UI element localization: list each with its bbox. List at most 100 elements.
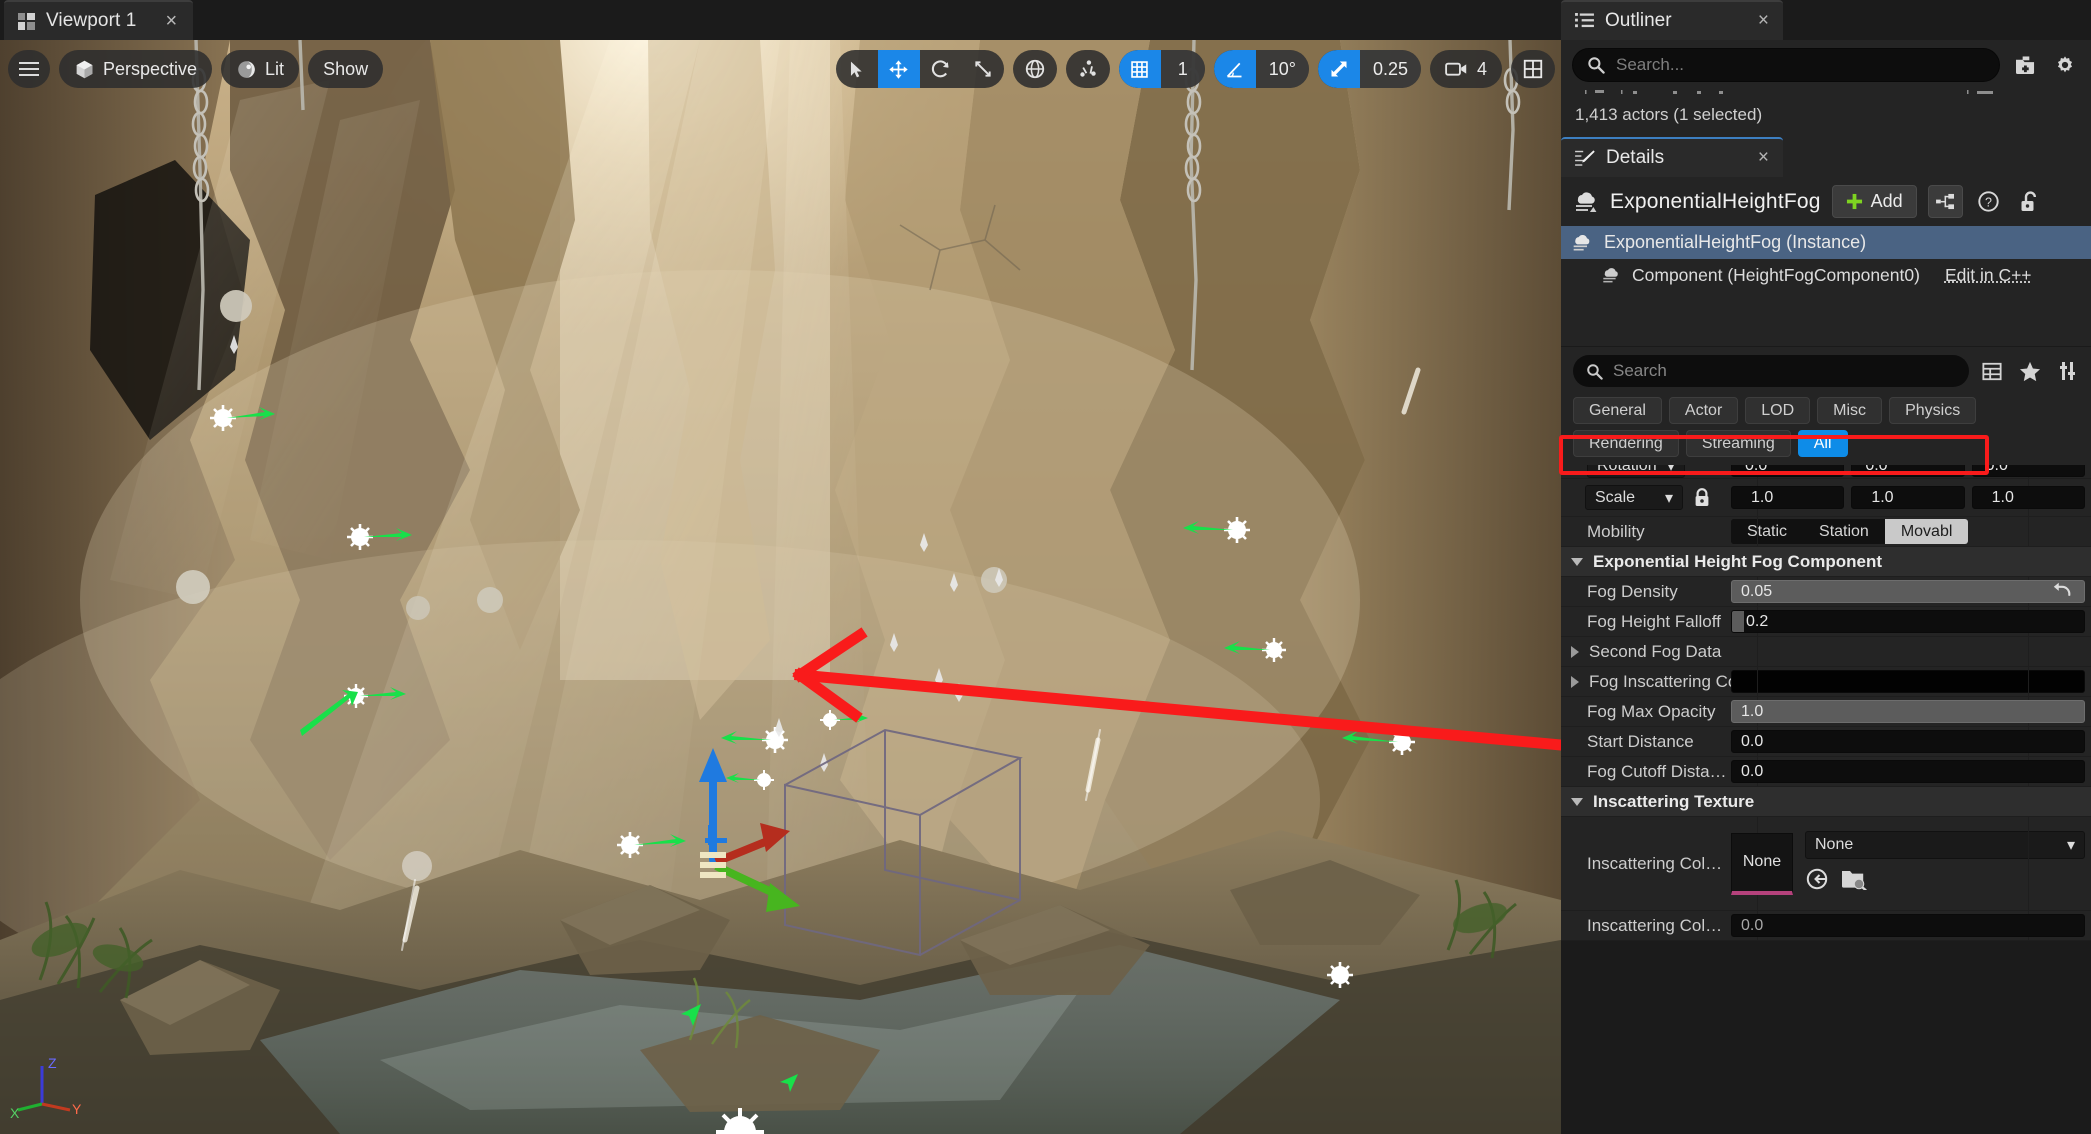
scale-tool-button[interactable] [962, 50, 1004, 88]
section-header-height-fog-component[interactable]: Exponential Height Fog Component [1561, 547, 2091, 577]
outliner-search-input[interactable] [1616, 55, 1985, 75]
inscattering-cubemap-angle-value: 0.0 [1741, 917, 1763, 935]
add-component-button[interactable]: Add [1832, 185, 1917, 218]
tree-row-component[interactable]: Component (HeightFogComponent0) Edit in … [1561, 259, 2091, 292]
world-coordinate-globe-icon [1024, 58, 1046, 80]
filter-rendering[interactable]: Rendering [1573, 430, 1679, 457]
mobility-label: Mobility [1561, 522, 1731, 542]
outliner-partial-row [1573, 90, 2079, 100]
chevron-right-icon[interactable] [1571, 676, 1579, 688]
tab-outliner[interactable]: Outliner × [1561, 0, 1783, 40]
locked-padlock-icon[interactable] [1691, 488, 1713, 507]
filter-lod[interactable]: LOD [1745, 397, 1810, 424]
mobility-stationary[interactable]: Station [1803, 519, 1885, 544]
angle-snap-toggle[interactable] [1214, 50, 1256, 88]
viewport-layout-button[interactable] [1511, 50, 1555, 88]
camera-speed-button[interactable]: 4 [1430, 50, 1502, 88]
mobility-toggle-group: Static Station Movabl [1731, 519, 1968, 544]
rotation-y-value: 0.0 [1865, 465, 1887, 475]
unlocked-padlock-icon[interactable] [2015, 187, 2045, 217]
details-component-tree: ExponentialHeightFog (Instance) Componen… [1561, 226, 2091, 346]
hamburger-menu-icon [19, 62, 39, 77]
viewport-toolbar-left: Perspective Lit Show [8, 50, 383, 88]
mobility-movable[interactable]: Movabl [1885, 519, 1969, 544]
scale-snap-icon [1329, 59, 1349, 79]
scale-snap-value[interactable]: 0.25 [1360, 50, 1421, 88]
blueprint-graph-button[interactable] [1928, 185, 1963, 218]
column-settings-icon[interactable] [1977, 356, 2007, 386]
show-menu-button[interactable]: Show [308, 50, 383, 88]
find-in-content-browser-icon[interactable] [1841, 868, 1867, 895]
close-icon[interactable]: × [1758, 10, 1769, 32]
fog-density-input[interactable]: 0.05 [1731, 580, 2085, 603]
chevron-down-icon [1571, 798, 1583, 806]
angle-snap-icon [1224, 59, 1245, 80]
property-row-inscattering-color-cubemap-angle: Inscattering Color Cub... 0.0 [1561, 911, 2091, 941]
filter-physics[interactable]: Physics [1889, 397, 1976, 424]
scale-dropdown[interactable]: Scale ▾ [1585, 485, 1683, 510]
fog-max-opacity-input[interactable]: 1.0 [1731, 700, 2085, 723]
fog-cutoff-distance-value: 0.0 [1741, 763, 1763, 781]
filter-actor[interactable]: Actor [1669, 397, 1738, 424]
fog-cutoff-distance-input[interactable]: 0.0 [1731, 760, 2085, 783]
scale-snap-group: 0.25 [1318, 50, 1421, 88]
close-icon[interactable]: × [165, 11, 177, 31]
close-icon[interactable]: × [1758, 147, 1769, 169]
chevron-down-icon: ▾ [2067, 835, 2075, 855]
viewport-3d-scene[interactable]: Z Y X Perspective [0, 40, 1561, 1134]
mobility-static[interactable]: Static [1731, 519, 1803, 544]
inscattering-cubemap-thumbnail[interactable]: None [1731, 833, 1793, 895]
height-fog-icon [1571, 233, 1593, 253]
scale-x-field[interactable]: 1.0 [1731, 486, 1844, 509]
inscattering-cubemap-angle-input[interactable]: 0.0 [1731, 914, 2085, 937]
scale-z-field[interactable]: 1.0 [1972, 486, 2085, 509]
grid-snap-icon [1129, 59, 1150, 80]
surface-snapping-button[interactable] [1066, 50, 1110, 88]
show-label: Show [323, 59, 368, 80]
inscattering-cubemap-dropdown[interactable]: None ▾ [1805, 831, 2085, 859]
add-to-folder-icon[interactable] [2010, 50, 2040, 80]
tree-row-actor-instance[interactable]: ExponentialHeightFog (Instance) [1561, 226, 2091, 259]
filter-all[interactable]: All [1798, 430, 1848, 457]
filter-general[interactable]: General [1573, 397, 1662, 424]
svg-text:Y: Y [72, 1101, 82, 1117]
viewport-menu-button[interactable] [8, 50, 50, 88]
inscattering-cubemap-angle-label: Inscattering Color Cub... [1561, 916, 1731, 936]
start-distance-input[interactable]: 0.0 [1731, 730, 2085, 753]
filter-misc[interactable]: Misc [1817, 397, 1882, 424]
details-search-box[interactable] [1573, 355, 1969, 387]
scale-y-field[interactable]: 1.0 [1851, 486, 1964, 509]
filter-streaming[interactable]: Streaming [1686, 430, 1791, 457]
right-panel-column: Outliner × [1561, 0, 2091, 1134]
favorites-star-icon[interactable] [2015, 356, 2045, 386]
sphere-shading-icon [236, 59, 257, 80]
scale-label: Scale [1595, 489, 1635, 507]
view-options-icon[interactable] [2053, 356, 2083, 386]
tab-details[interactable]: Details × [1561, 137, 1783, 177]
browse-to-asset-icon[interactable] [1805, 867, 1829, 896]
select-tool-button[interactable] [836, 50, 878, 88]
rotate-tool-button[interactable] [920, 50, 962, 88]
grid-snap-toggle[interactable] [1119, 50, 1161, 88]
grid-snap-value[interactable]: 1 [1161, 50, 1205, 88]
gear-icon[interactable] [2050, 50, 2080, 80]
reset-arrow-icon[interactable] [2051, 580, 2071, 603]
scale-snap-toggle[interactable] [1318, 50, 1360, 88]
edit-in-cpp-link[interactable]: Edit in C++ [1945, 265, 2032, 286]
fog-height-falloff-input[interactable]: 0.2 [1731, 610, 2085, 633]
section-header-inscattering-texture[interactable]: Inscattering Texture [1561, 787, 2091, 817]
move-tool-button[interactable] [878, 50, 920, 88]
cursor-arrow-icon [847, 60, 866, 79]
property-row-inscattering-color-cubemap: Inscattering Color Cub... None None ▾ [1561, 817, 2091, 911]
view-mode-lit-button[interactable]: Lit [221, 50, 299, 88]
coordinate-system-button[interactable] [1013, 50, 1057, 88]
chevron-right-icon[interactable] [1571, 646, 1579, 658]
property-row-second-fog-data[interactable]: Second Fog Data [1561, 637, 2091, 667]
camera-perspective-button[interactable]: Perspective [59, 50, 212, 88]
angle-snap-value[interactable]: 10° [1256, 50, 1309, 88]
tab-viewport-1[interactable]: Viewport 1 × [4, 0, 193, 40]
details-search-input[interactable] [1613, 361, 1956, 381]
fog-inscattering-color-swatch[interactable] [1731, 670, 2085, 693]
outliner-search-box[interactable] [1572, 48, 2000, 82]
question-mark-icon[interactable]: ? [1974, 187, 2004, 217]
